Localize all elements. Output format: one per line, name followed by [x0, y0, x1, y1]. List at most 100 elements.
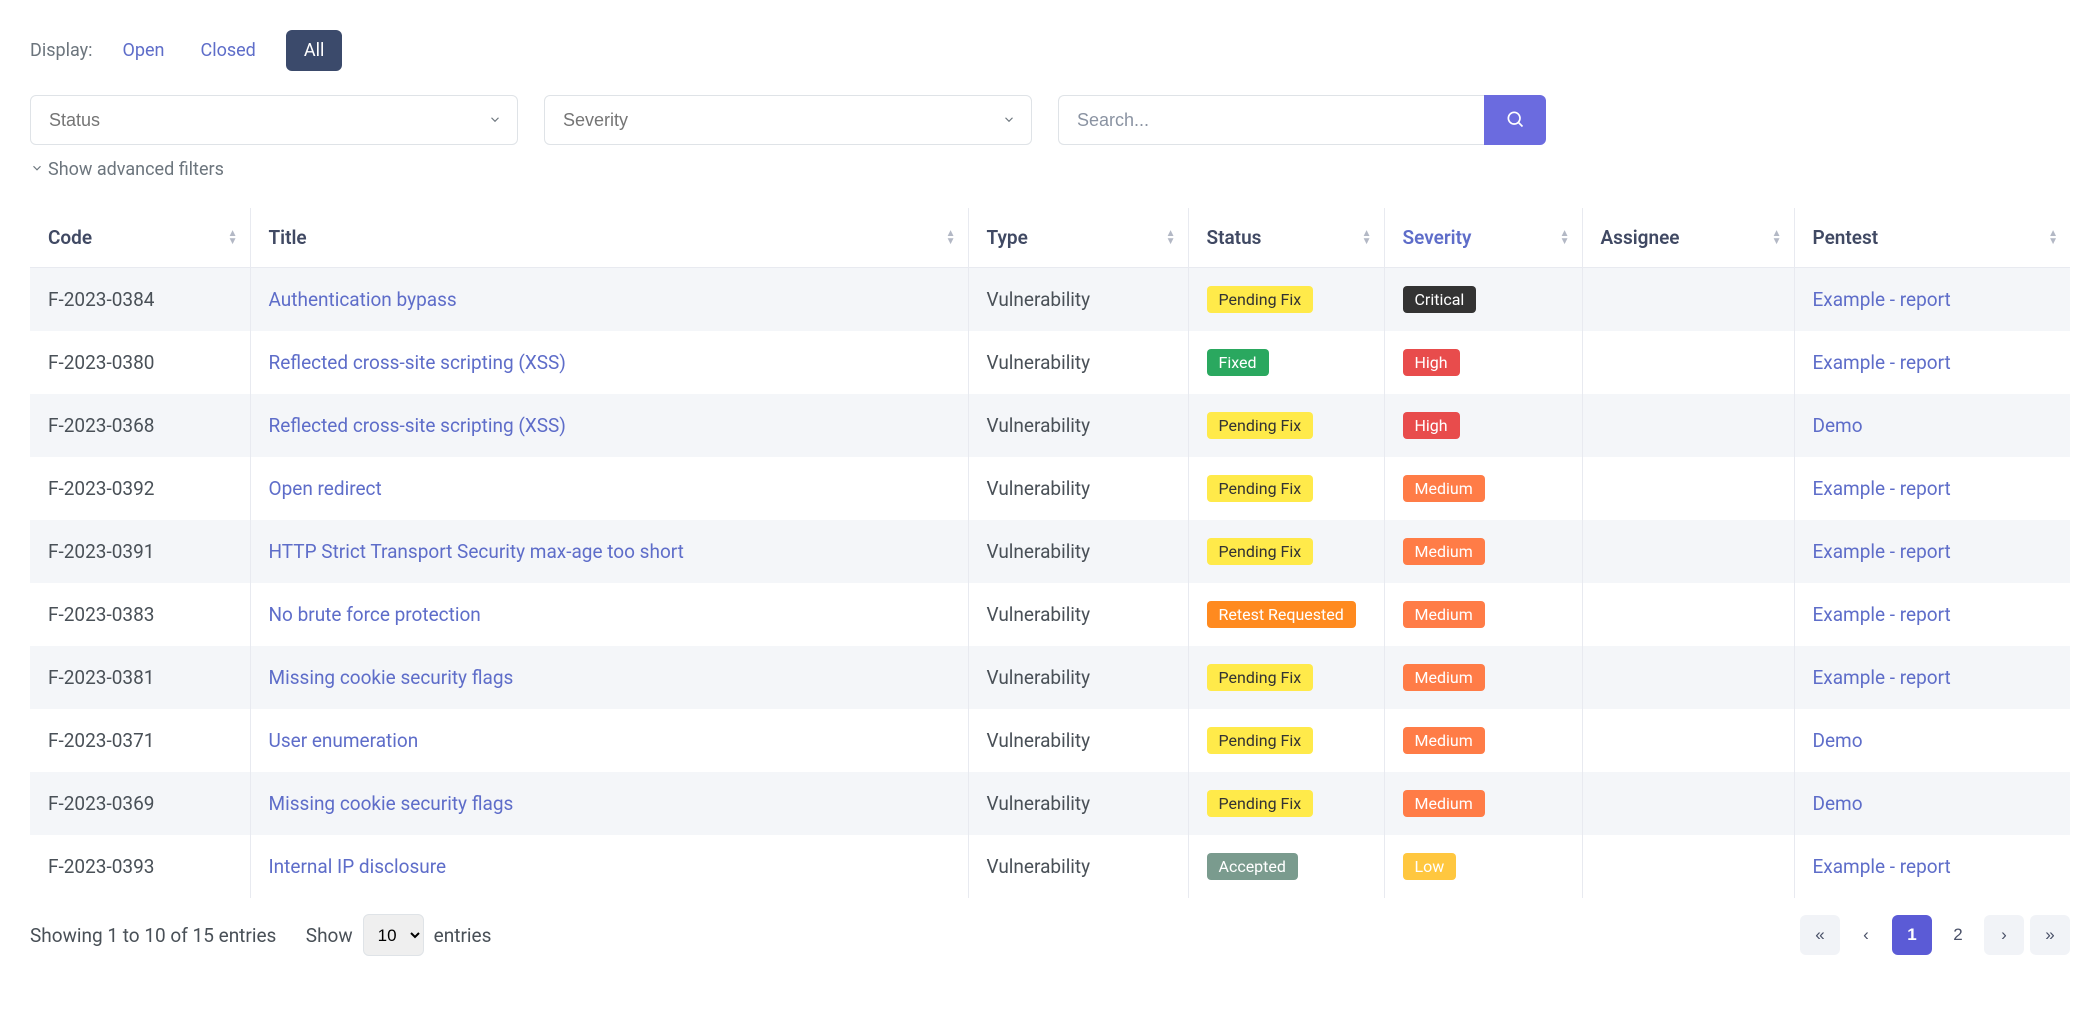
severity-badge: Medium [1403, 727, 1485, 754]
col-header-pentest[interactable]: Pentest ▲▼ [1794, 208, 2070, 268]
status-badge: Accepted [1207, 853, 1298, 880]
severity-badge: Medium [1403, 664, 1485, 691]
status-badge: Pending Fix [1207, 412, 1314, 439]
pentest-link[interactable]: Example - report [1813, 603, 1951, 626]
display-open-tab[interactable]: Open [117, 32, 171, 69]
pentest-link[interactable]: Example - report [1813, 288, 1951, 311]
status-badge: Pending Fix [1207, 727, 1314, 754]
chevron-down-icon [30, 159, 44, 180]
cell-type: Vulnerability [968, 709, 1188, 772]
advanced-filters-label: Show advanced filters [48, 159, 224, 180]
entries-info: Showing 1 to 10 of 15 entries [30, 924, 276, 947]
col-header-severity[interactable]: Severity ▲▼ [1384, 208, 1582, 268]
pentest-link[interactable]: Example - report [1813, 855, 1951, 878]
status-badge: Pending Fix [1207, 286, 1314, 313]
cell-assignee [1582, 772, 1794, 835]
finding-title-link[interactable]: Internal IP disclosure [269, 855, 447, 878]
pentest-link[interactable]: Demo [1813, 729, 1863, 752]
display-label: Display: [30, 40, 93, 61]
col-header-code[interactable]: Code ▲▼ [30, 208, 250, 268]
page-size-select[interactable]: 10 [363, 914, 424, 956]
chevron-double-left-icon: « [1815, 925, 1824, 945]
page-prev-button[interactable]: ‹ [1846, 915, 1886, 955]
finding-title-link[interactable]: Reflected cross-site scripting (XSS) [269, 414, 566, 437]
cell-assignee [1582, 583, 1794, 646]
finding-title-link[interactable]: Missing cookie security flags [269, 666, 514, 689]
cell-type: Vulnerability [968, 331, 1188, 394]
cell-type: Vulnerability [968, 772, 1188, 835]
status-badge: Retest Requested [1207, 601, 1356, 628]
cell-assignee [1582, 457, 1794, 520]
table-row: F-2023-0369 Missing cookie security flag… [30, 772, 2070, 835]
show-advanced-filters[interactable]: Show advanced filters [30, 159, 2070, 180]
show-label: Show [306, 924, 353, 947]
pentest-link[interactable]: Demo [1813, 414, 1863, 437]
chevron-double-right-icon: » [2045, 925, 2054, 945]
col-header-title[interactable]: Title ▲▼ [250, 208, 968, 268]
severity-badge: High [1403, 349, 1460, 376]
status-badge: Pending Fix [1207, 790, 1314, 817]
col-header-status[interactable]: Status ▲▼ [1188, 208, 1384, 268]
cell-code: F-2023-0392 [30, 457, 250, 520]
severity-badge: Medium [1403, 601, 1485, 628]
display-closed-tab[interactable]: Closed [194, 32, 261, 69]
pentest-link[interactable]: Demo [1813, 792, 1863, 815]
findings-table: Code ▲▼ Title ▲▼ Type ▲▼ Status ▲▼ Sever… [30, 208, 2070, 898]
table-row: F-2023-0384 Authentication bypass Vulner… [30, 268, 2070, 332]
table-row: F-2023-0383 No brute force protection Vu… [30, 583, 2070, 646]
finding-title-link[interactable]: HTTP Strict Transport Security max-age t… [269, 540, 684, 563]
pentest-link[interactable]: Example - report [1813, 351, 1951, 374]
sort-icon: ▲▼ [228, 230, 238, 246]
table-row: F-2023-0393 Internal IP disclosure Vulne… [30, 835, 2070, 898]
finding-title-link[interactable]: Open redirect [269, 477, 382, 500]
table-row: F-2023-0368 Reflected cross-site scripti… [30, 394, 2070, 457]
pentest-link[interactable]: Example - report [1813, 477, 1951, 500]
severity-filter[interactable] [544, 95, 1032, 145]
page-next-button[interactable]: › [1984, 915, 2024, 955]
cell-code: F-2023-0368 [30, 394, 250, 457]
cell-type: Vulnerability [968, 520, 1188, 583]
sort-icon: ▲▼ [1772, 230, 1782, 246]
severity-badge: Medium [1403, 538, 1485, 565]
status-badge: Pending Fix [1207, 538, 1314, 565]
cell-type: Vulnerability [968, 394, 1188, 457]
finding-title-link[interactable]: User enumeration [269, 729, 419, 752]
page-2-button[interactable]: 2 [1938, 915, 1978, 955]
cell-type: Vulnerability [968, 835, 1188, 898]
cell-type: Vulnerability [968, 457, 1188, 520]
chevron-right-icon: › [2001, 925, 2007, 945]
finding-title-link[interactable]: Authentication bypass [269, 288, 457, 311]
severity-badge: Critical [1403, 286, 1477, 313]
table-row: F-2023-0381 Missing cookie security flag… [30, 646, 2070, 709]
search-icon [1505, 109, 1525, 132]
page-last-button[interactable]: » [2030, 915, 2070, 955]
col-header-type[interactable]: Type ▲▼ [968, 208, 1188, 268]
chevron-left-icon: ‹ [1863, 925, 1869, 945]
status-badge: Fixed [1207, 349, 1269, 376]
status-badge: Pending Fix [1207, 475, 1314, 502]
cell-assignee [1582, 709, 1794, 772]
pentest-link[interactable]: Example - report [1813, 540, 1951, 563]
display-all-tab[interactable]: All [286, 30, 343, 71]
col-header-assignee[interactable]: Assignee ▲▼ [1582, 208, 1794, 268]
cell-code: F-2023-0384 [30, 268, 250, 332]
sort-icon: ▲▼ [1560, 230, 1570, 246]
table-row: F-2023-0371 User enumeration Vulnerabili… [30, 709, 2070, 772]
finding-title-link[interactable]: No brute force protection [269, 603, 481, 626]
finding-title-link[interactable]: Reflected cross-site scripting (XSS) [269, 351, 566, 374]
cell-assignee [1582, 520, 1794, 583]
cell-assignee [1582, 394, 1794, 457]
cell-code: F-2023-0381 [30, 646, 250, 709]
table-row: F-2023-0392 Open redirect Vulnerability … [30, 457, 2070, 520]
search-button[interactable] [1484, 95, 1546, 145]
finding-title-link[interactable]: Missing cookie security flags [269, 792, 514, 815]
page-1-button[interactable]: 1 [1892, 915, 1932, 955]
page-first-button[interactable]: « [1800, 915, 1840, 955]
table-row: F-2023-0380 Reflected cross-site scripti… [30, 331, 2070, 394]
cell-type: Vulnerability [968, 268, 1188, 332]
status-filter[interactable] [30, 95, 518, 145]
cell-code: F-2023-0371 [30, 709, 250, 772]
search-input[interactable] [1058, 95, 1484, 145]
pentest-link[interactable]: Example - report [1813, 666, 1951, 689]
cell-code: F-2023-0380 [30, 331, 250, 394]
